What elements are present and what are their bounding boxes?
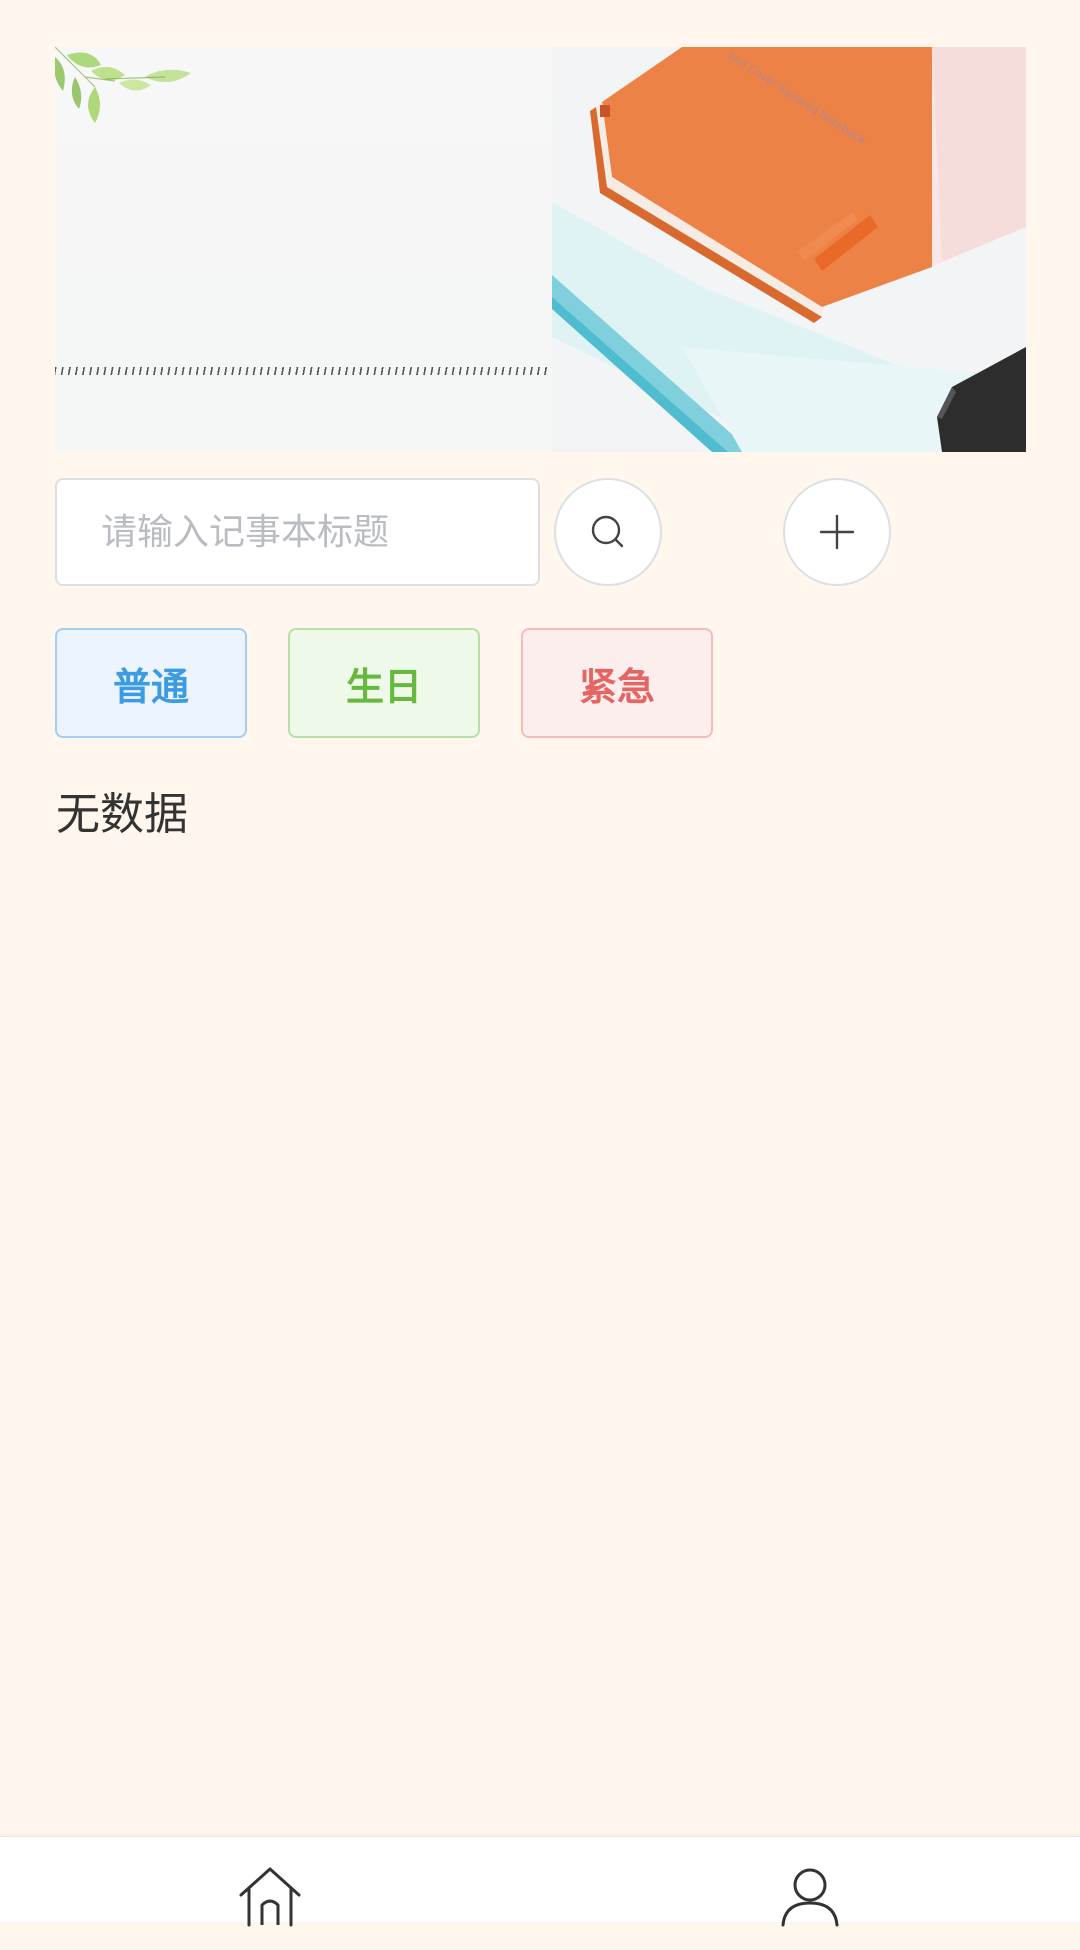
banner-left-panel [55,47,552,452]
category-birthday-button[interactable]: 生日 [288,628,480,738]
plus-icon [819,514,855,550]
notebook-illustration: and Cover Squared Notebook [552,47,1026,452]
search-button[interactable] [554,478,662,586]
empty-list-message: 无数据 [56,789,188,840]
category-urgent-button[interactable]: 紧急 [521,628,713,738]
user-icon [781,1868,839,1927]
tab-profile[interactable] [710,1837,910,1927]
category-normal-button[interactable]: 普通 [55,628,247,738]
search-icon [591,515,624,548]
banner-image: and Cover Squared Notebook [55,47,1026,452]
notebook-title-search-input[interactable] [55,478,540,586]
tab-home[interactable] [170,1837,370,1927]
home-icon [239,1867,301,1927]
banner-notebook-photo: and Cover Squared Notebook [552,47,1026,452]
leaves-decoration [55,47,191,123]
dashed-divider [55,367,547,375]
bottom-tab-bar [0,1836,1080,1927]
add-notebook-button[interactable] [783,478,891,586]
